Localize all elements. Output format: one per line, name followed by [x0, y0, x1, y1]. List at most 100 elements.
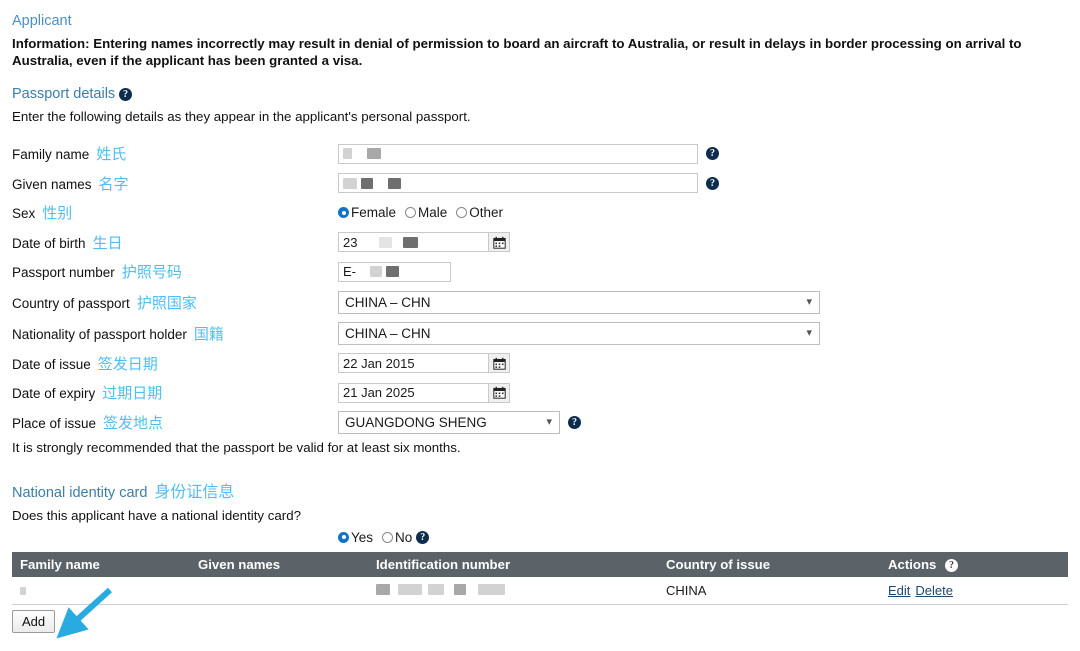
radio-identity-card-yes[interactable]: [338, 531, 349, 543]
cell-actions: Edit Delete: [880, 577, 1068, 605]
help-icon[interactable]: ?: [706, 176, 719, 190]
field-row-place-of-issue: Place of issue 签发地点 GUANGDONG SHENG ▾ ?: [12, 408, 1068, 438]
label-sex: Sex 性别: [12, 202, 338, 223]
passport-validity-note: It is strongly recommended that the pass…: [12, 440, 461, 455]
label-family-name-en: Family name: [12, 147, 90, 163]
redacted-text: [361, 177, 373, 189]
given-names-input[interactable]: [338, 173, 698, 194]
field-row-date-of-birth: Date of birth 生日 23: [12, 228, 1068, 258]
country-of-passport-value: CHINA – CHN: [345, 294, 431, 310]
label-date-of-issue: Date of issue 签发日期: [12, 353, 338, 374]
help-icon[interactable]: ?: [945, 559, 959, 572]
help-icon[interactable]: ?: [416, 530, 430, 544]
label-country-of-passport: Country of passport 护照国家: [12, 292, 338, 313]
radio-label-sex-other[interactable]: Other: [469, 205, 503, 220]
field-area-family-name: ?: [338, 143, 1068, 164]
redacted-text: [454, 584, 466, 595]
label-nationality: Nationality of passport holder 国籍: [12, 323, 338, 344]
national-identity-card-heading[interactable]: National identity card: [12, 485, 147, 501]
nationality-select[interactable]: CHINA – CHN ▾: [338, 321, 820, 345]
cell-family-name: [12, 577, 190, 605]
field-row-nationality: Nationality of passport holder 国籍 CHINA –…: [12, 318, 1068, 349]
redacted-text: [386, 266, 399, 278]
label-country-of-passport-cn: 护照国家: [136, 293, 197, 312]
field-area-date-of-expiry: 21 Jan 2025: [338, 382, 1068, 403]
field-area-date-of-issue: 22 Jan 2015: [338, 353, 1068, 374]
redacted-text: [20, 587, 26, 595]
passport-details-heading[interactable]: Passport details: [12, 86, 115, 102]
label-date-of-expiry-cn: 过期日期: [102, 384, 163, 403]
passport-number-value: E-: [343, 264, 356, 280]
column-header-identification-number: Identification number: [368, 552, 658, 577]
radio-sex-other[interactable]: [456, 207, 468, 219]
identity-card-question: Does this applicant have a national iden…: [12, 508, 302, 523]
redacted-text: [376, 584, 390, 595]
redacted-text: [343, 148, 352, 160]
delete-link[interactable]: Delete: [915, 583, 953, 598]
applicant-information-text: Information: Entering names incorrectly …: [12, 36, 1022, 68]
label-place-of-issue: Place of issue 签发地点: [12, 412, 338, 433]
calendar-icon[interactable]: [488, 382, 510, 403]
label-nationality-en: Nationality of passport holder: [12, 326, 187, 342]
identity-card-table: Family name Given names Identification n…: [12, 552, 1068, 605]
redacted-text: [367, 148, 381, 160]
redacted-text: [403, 236, 419, 248]
label-family-name-cn: 姓氏: [96, 145, 127, 164]
label-date-of-issue-cn: 签发日期: [97, 354, 158, 373]
redacted-text: [428, 584, 444, 595]
radio-sex-male[interactable]: [405, 207, 417, 219]
date-of-issue-input[interactable]: 22 Jan 2015: [338, 353, 488, 374]
field-area-country-of-passport: CHINA – CHN ▾: [338, 290, 1068, 314]
redacted-text: [379, 236, 393, 248]
visa-application-form: Applicant Information: Entering names in…: [0, 0, 1080, 633]
date-of-expiry-value: 21 Jan 2025: [343, 385, 415, 401]
label-sex-en: Sex: [12, 206, 36, 222]
radio-label-identity-card-no[interactable]: No: [395, 530, 412, 545]
help-icon[interactable]: ?: [118, 88, 132, 101]
date-of-birth-input[interactable]: 23: [338, 232, 488, 253]
help-icon[interactable]: ?: [706, 147, 719, 161]
label-date-of-expiry-en: Date of expiry: [12, 386, 96, 402]
radio-label-sex-female[interactable]: Female: [351, 205, 396, 220]
calendar-icon[interactable]: [488, 353, 510, 374]
column-header-actions: Actions ?: [880, 552, 1068, 577]
place-of-issue-select[interactable]: GUANGDONG SHENG ▾: [338, 410, 560, 434]
label-date-of-birth-cn: 生日: [92, 233, 123, 252]
country-of-passport-select[interactable]: CHINA – CHN ▾: [338, 290, 820, 314]
edit-link[interactable]: Edit: [888, 583, 910, 598]
add-button[interactable]: Add: [12, 610, 56, 633]
redacted-text: [478, 584, 505, 595]
date-of-expiry-input[interactable]: 21 Jan 2025: [338, 382, 488, 403]
label-nationality-cn: 国籍: [193, 324, 224, 343]
date-of-birth-value: 23: [343, 234, 358, 250]
field-row-date-of-issue: Date of issue 签发日期 22 Jan 2015: [12, 349, 1068, 379]
help-icon[interactable]: ?: [568, 415, 581, 429]
passport-number-input[interactable]: E-: [338, 261, 451, 282]
applicant-heading[interactable]: Applicant: [12, 13, 72, 29]
label-given-names: Given names 名字: [12, 173, 338, 194]
table-row: CHINA Edit Delete: [12, 577, 1068, 605]
column-header-family-name: Family name: [12, 552, 190, 577]
national-identity-card-heading-cn: 身份证信息: [154, 482, 235, 501]
label-sex-cn: 性别: [42, 204, 73, 223]
label-place-of-issue-en: Place of issue: [12, 415, 97, 431]
label-date-of-expiry: Date of expiry 过期日期: [12, 382, 338, 403]
column-header-country-of-issue: Country of issue: [658, 552, 880, 577]
radio-identity-card-no[interactable]: [382, 531, 394, 543]
chevron-down-icon: ▾: [546, 415, 552, 428]
radio-label-sex-male[interactable]: Male: [418, 205, 447, 220]
field-row-country-of-passport: Country of passport 护照国家 CHINA – CHN ▾: [12, 287, 1068, 318]
date-of-issue-value: 22 Jan 2015: [343, 355, 415, 371]
radio-sex-female[interactable]: [338, 207, 349, 219]
field-row-sex: Sex 性别 Female Male Other: [12, 198, 1068, 228]
field-area-date-of-birth: 23: [338, 232, 1068, 253]
family-name-input[interactable]: [338, 143, 698, 164]
label-given-names-cn: 名字: [98, 174, 129, 193]
calendar-icon[interactable]: [488, 232, 510, 253]
label-given-names-en: Given names: [12, 176, 92, 192]
label-date-of-issue-en: Date of issue: [12, 356, 91, 372]
label-date-of-birth-en: Date of birth: [12, 235, 86, 251]
redacted-text: [370, 266, 382, 278]
radio-label-identity-card-yes[interactable]: Yes: [351, 530, 373, 545]
chevron-down-icon: ▾: [806, 326, 812, 339]
